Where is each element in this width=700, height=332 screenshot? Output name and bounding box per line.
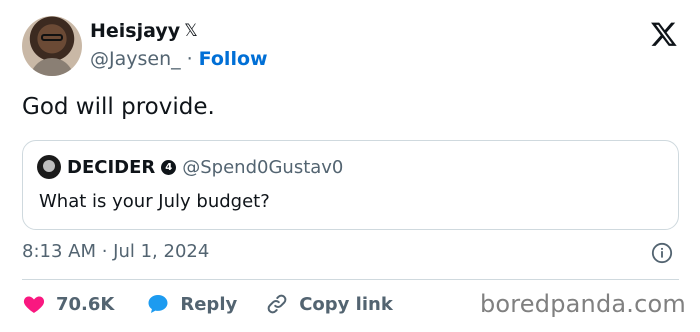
reply-bubble-icon [148, 295, 168, 313]
tweet-timestamp[interactable]: 8:13 AM · Jul 1, 2024 [22, 241, 209, 262]
link-icon [267, 294, 287, 314]
copy-link-button[interactable]: Copy link [265, 292, 393, 316]
follow-button[interactable]: Follow [199, 48, 268, 70]
tweet-text: God will provide. [22, 94, 215, 120]
quoted-author-badge: 4 [161, 159, 177, 175]
author-handle[interactable]: @Jaysen_ [90, 48, 181, 70]
author-name[interactable]: Heisjayy [90, 20, 180, 42]
copy-link-label: Copy link [299, 293, 393, 315]
like-button[interactable]: 70.6K [22, 292, 114, 316]
action-divider [22, 279, 679, 280]
info-icon[interactable] [651, 242, 673, 264]
quoted-author-avatar [37, 155, 61, 179]
quoted-tweet[interactable]: DECIDER 4 @Spend0Gustav0 What is your Ju… [22, 140, 679, 230]
watermark: boredpanda.com [479, 290, 686, 318]
avatar-shirt [30, 58, 74, 76]
author-name-row: Heisjayy 𝕏 [90, 20, 198, 42]
quoted-author-name: DECIDER [67, 156, 156, 178]
author-handle-row: @Jaysen_ · Follow [90, 48, 268, 70]
heart-icon [23, 296, 45, 313]
x-logo-icon[interactable] [650, 20, 678, 48]
quoted-tweet-text: What is your July budget? [39, 191, 270, 212]
author-name-glyphs: 𝕏 [184, 21, 198, 41]
avatar-glasses [41, 34, 63, 41]
reply-label: Reply [180, 293, 238, 315]
author-avatar[interactable] [22, 16, 82, 76]
reply-button[interactable]: Reply [146, 292, 237, 316]
tweet-header: Heisjayy 𝕏 @Jaysen_ · Follow [22, 16, 682, 80]
quoted-tweet-header: DECIDER 4 @Spend0Gustav0 [37, 155, 343, 179]
quoted-author-handle: @Spend0Gustav0 [182, 156, 344, 178]
like-count: 70.6K [56, 293, 115, 315]
handle-separator: · [186, 48, 193, 70]
tweet-actions: 70.6K Reply Copy link [22, 290, 393, 318]
